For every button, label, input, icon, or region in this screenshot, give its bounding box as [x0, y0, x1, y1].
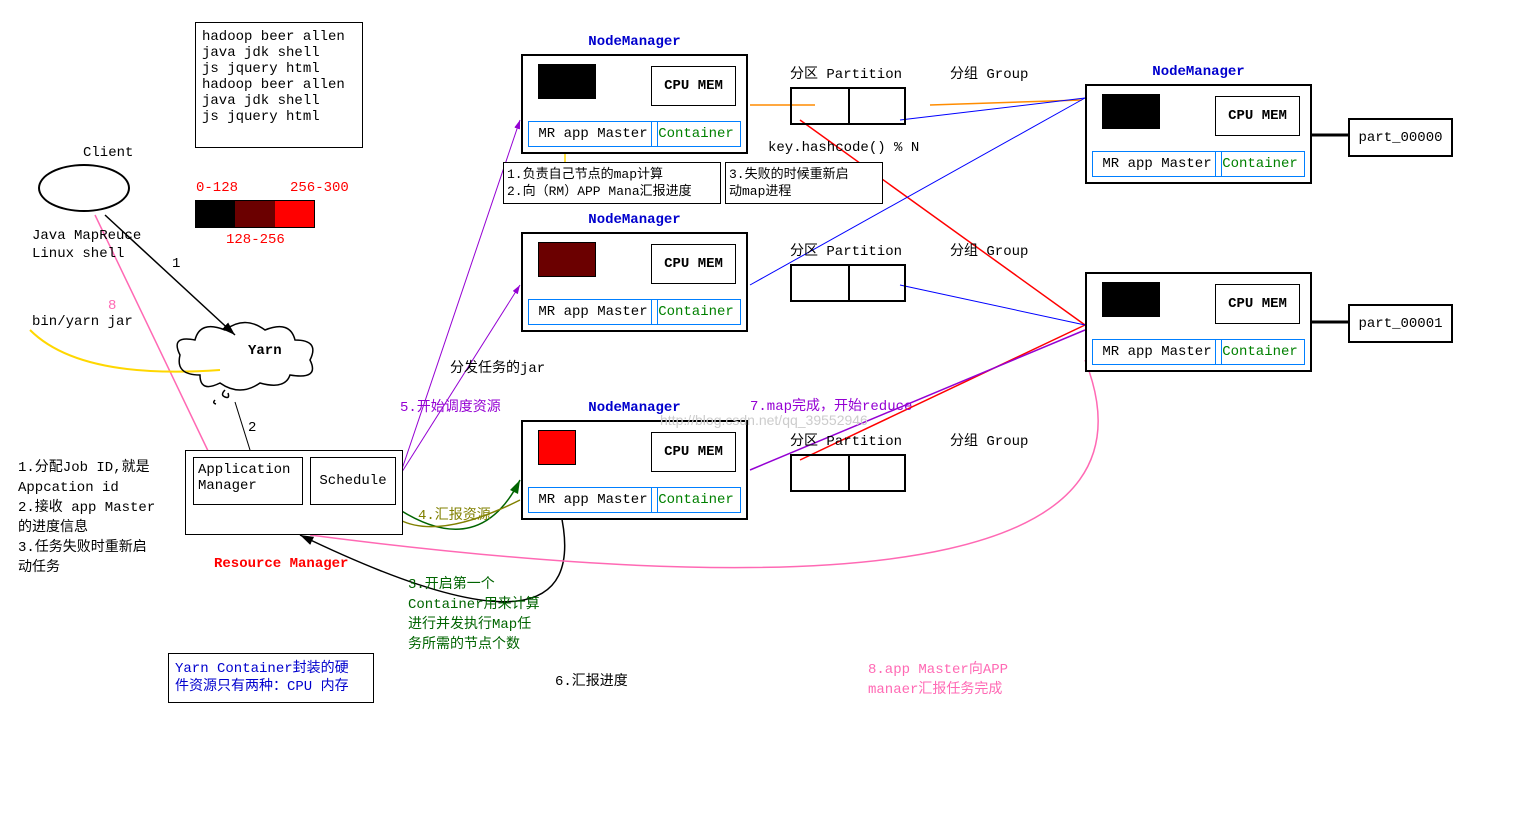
am-l1: Application	[198, 462, 298, 478]
node-manager-2: NodeManager CPU MEM MR app Master Contai…	[521, 232, 748, 332]
nm1-master: MR app Master	[528, 121, 658, 147]
node-manager-1: NodeManager CPU MEM MR app Master Contai…	[521, 54, 748, 154]
nm2-chip	[538, 242, 596, 277]
nm1-cpu: CPU MEM	[651, 66, 736, 106]
nm3-cpu: CPU MEM	[651, 432, 736, 472]
rnm1-master: MR app Master	[1092, 151, 1222, 177]
rnm2-master: MR app Master	[1092, 339, 1222, 365]
am-l2: Manager	[198, 478, 298, 494]
nm1-chip	[538, 64, 596, 99]
reduce-nm-1: NodeManager CPU MEM MR app Master Contai…	[1085, 84, 1312, 184]
step-8n: 8	[108, 298, 116, 314]
splits-bar	[195, 200, 315, 228]
nm3-chip	[538, 430, 576, 465]
data-l5: java jdk shell	[202, 93, 356, 109]
data-l6: js jquery html	[202, 109, 356, 125]
part-box-2	[790, 264, 906, 302]
split-256-300: 256-300	[290, 180, 349, 196]
hash-label: key.hashcode() % N	[768, 140, 919, 156]
part-label-2: 分区 Partition	[790, 240, 902, 260]
data-l1: hadoop beer allen	[202, 29, 356, 45]
nm2-master: MR app Master	[528, 299, 658, 325]
watermark: http://blog.csdn.net/qq_39552946	[660, 412, 868, 428]
client-title: Client	[83, 145, 133, 161]
rnm2-chip	[1102, 282, 1160, 317]
part-label-3: 分区 Partition	[790, 430, 902, 450]
group-label-3: 分组 Group	[950, 430, 1028, 450]
nm1-note: 1.负责自己节点的map计算 2.向（RM）APP Mana汇报进度	[503, 162, 721, 204]
nm3-container: Container	[651, 487, 741, 513]
nm3-master: MR app Master	[528, 487, 658, 513]
data-l2: java jdk shell	[202, 45, 356, 61]
data-l4: hadoop beer allen	[202, 77, 356, 93]
node-manager-3: NodeManager CPU MEM MR app Master Contai…	[521, 420, 748, 520]
part-label-1: 分区 Partition	[790, 63, 902, 83]
client-tech2: Linux shell	[32, 246, 124, 262]
group-label-1: 分组 Group	[950, 63, 1028, 83]
yarn-cloud	[170, 315, 320, 410]
nm2-title: NodeManager	[588, 212, 680, 228]
nm2-cpu: CPU MEM	[651, 244, 736, 284]
client-tech1: Java MapReuce	[32, 228, 141, 244]
client-cmd: bin/yarn jar	[32, 314, 133, 330]
step-5b: 分发任务的jar	[450, 357, 545, 377]
yarn-label: Yarn	[248, 343, 282, 359]
step-2: 2	[248, 420, 256, 436]
data-l3: js jquery html	[202, 61, 356, 77]
footer-note: Yarn Container封装的硬 件资源只有两种：CPU 内存	[168, 653, 374, 703]
output-part-0: part_00000	[1348, 118, 1453, 157]
rnm1-chip	[1102, 94, 1160, 129]
nm1-title: NodeManager	[588, 34, 680, 50]
rnm1-title: NodeManager	[1152, 64, 1244, 80]
step-1: 1	[172, 256, 180, 272]
application-manager-box: Application Manager	[193, 457, 303, 505]
rnm2-cpu: CPU MEM	[1215, 284, 1300, 324]
output-part-1: part_00001	[1348, 304, 1453, 343]
rnm1-cpu: CPU MEM	[1215, 96, 1300, 136]
rnm1-container: Container	[1215, 151, 1305, 177]
step-4: 4.汇报资源	[418, 504, 491, 524]
nm1-container: Container	[651, 121, 741, 147]
split-128-256: 128-256	[226, 232, 285, 248]
split-0-128: 0-128	[196, 180, 238, 196]
step-8: 8.app Master向APP manaer汇报任务完成	[868, 660, 1008, 700]
client-ellipse	[38, 164, 130, 212]
nm1-note2: 3.失败的时候重新启 动map进程	[725, 162, 883, 204]
schedule-box: Schedule	[310, 457, 396, 505]
group-label-2: 分组 Group	[950, 240, 1028, 260]
reduce-nm-2: CPU MEM MR app Master Container	[1085, 272, 1312, 372]
left-notes: 1.分配Job ID,就是 Appcation id 2.接收 app Mast…	[18, 458, 155, 578]
step-5: 5.开始调度资源	[400, 396, 501, 416]
part-box-3	[790, 454, 906, 492]
rnm2-container: Container	[1215, 339, 1305, 365]
rm-label: Resource Manager	[214, 556, 348, 572]
step-6: 6.汇报进度	[555, 670, 628, 690]
step-3: 3.开启第一个 Container用来计算 进行并发执行Map任 务所需的节点个…	[408, 575, 540, 655]
input-data-box: hadoop beer allen java jdk shell js jque…	[195, 22, 363, 148]
nm2-container: Container	[651, 299, 741, 325]
part-box-1	[790, 87, 906, 125]
